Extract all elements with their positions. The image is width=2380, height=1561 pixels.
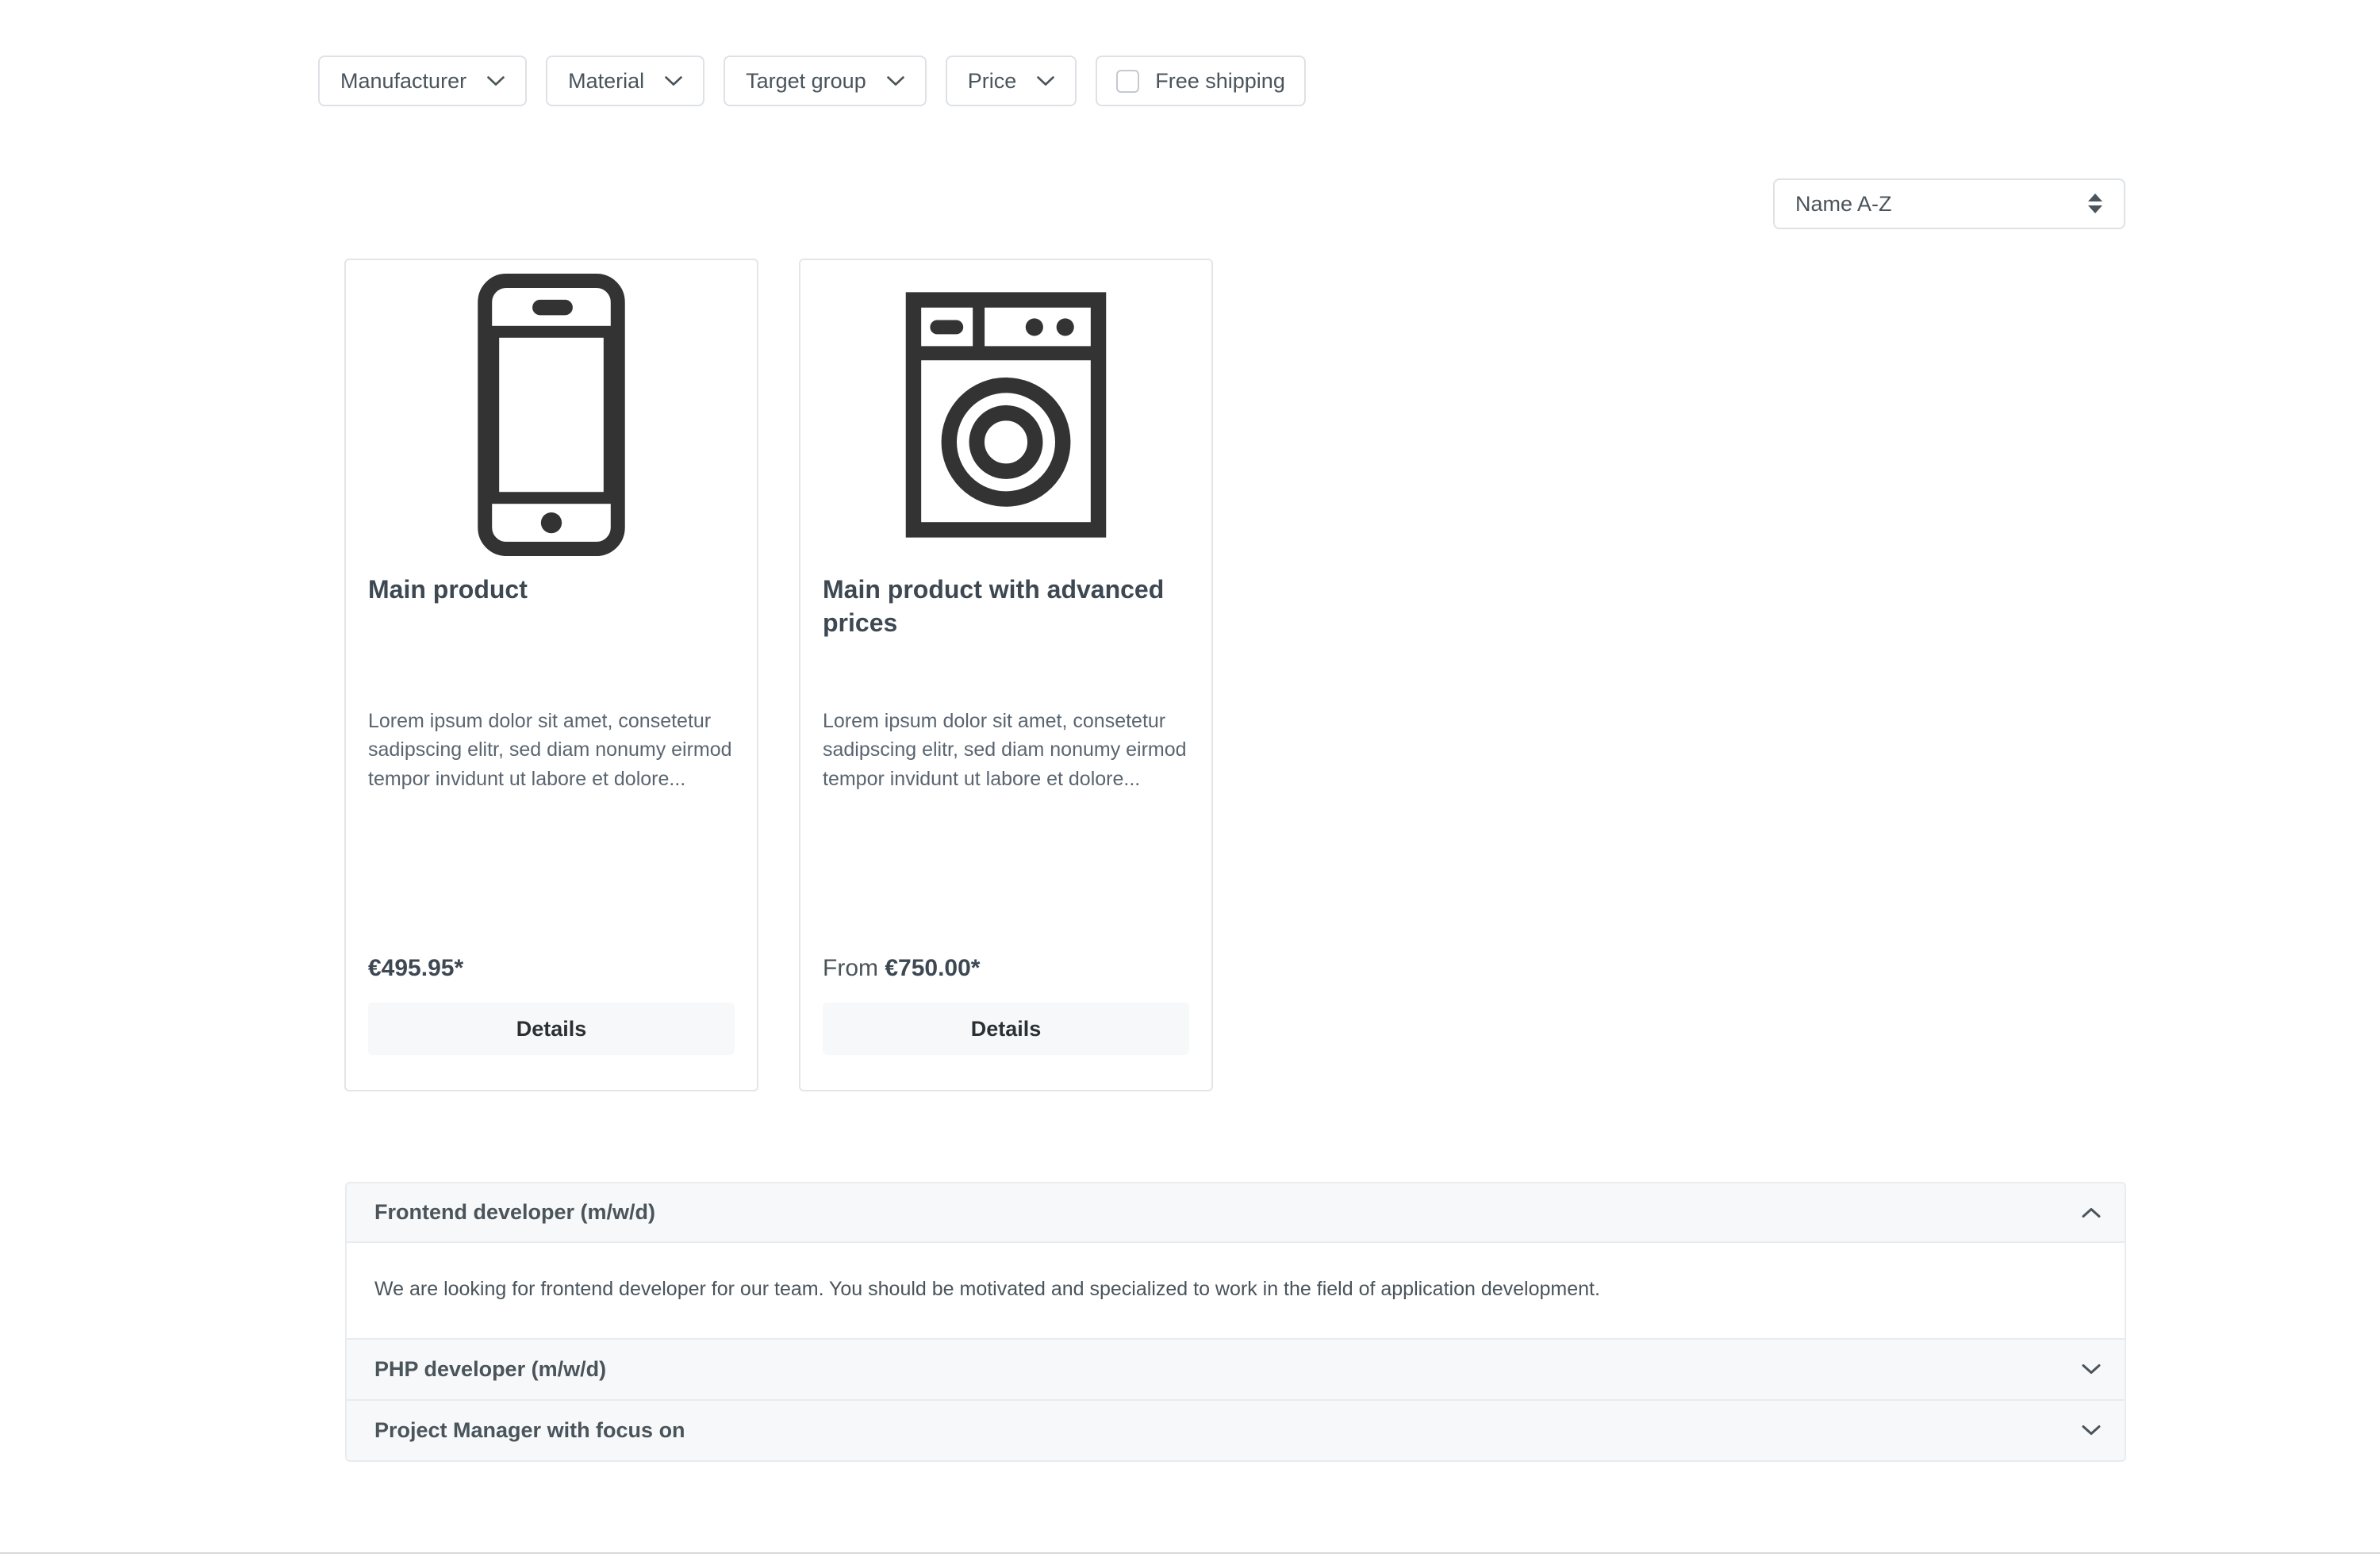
accordion-title: Frontend developer (m/w/d) [374,1200,656,1224]
filter-material-label: Material [568,68,645,93]
filter-price-label: Price [967,68,1017,93]
product-card[interactable]: Main product with advanced prices Lorem … [799,259,1213,1091]
chevron-down-icon [886,75,904,86]
accordion-item: PHP developer (m/w/d) [345,1339,2126,1401]
product-image [368,260,735,573]
accordion-body: We are looking for frontend developer fo… [345,1243,2126,1340]
filter-price-button[interactable]: Price [945,56,1077,106]
chevron-down-icon [665,75,682,86]
chevron-down-icon [2082,1363,2101,1375]
sort-select[interactable]: Name A-Z [1773,178,2125,229]
accordion-title: Project Manager with focus on [374,1417,685,1442]
product-price-amount: €750.00* [885,955,981,981]
filter-free-shipping-checkbox[interactable]: Free shipping [1096,56,1306,106]
sort-updown-icon [2087,194,2103,214]
chevron-down-icon [487,75,505,86]
filter-manufacturer-button[interactable]: Manufacturer [318,56,528,106]
product-price: €495.95* [368,957,735,980]
sort-selected-value: Name A-Z [1795,191,1892,216]
accordion-item: Project Manager with focus on [345,1400,2126,1462]
product-title: Main product with advanced prices [823,575,1165,637]
accordion-header-frontend-developer[interactable]: Frontend developer (m/w/d) [345,1182,2126,1243]
filter-manufacturer-label: Manufacturer [340,68,467,93]
product-card[interactable]: Main product Lorem ipsum dolor sit amet,… [344,259,758,1091]
filter-bar: Manufacturer Material Target group Price… [318,56,1306,106]
filter-target-group-button[interactable]: Target group [724,56,927,106]
washing-machine-icon [905,274,1107,560]
product-title: Main product [368,575,528,604]
product-price-amount: €495.95* [368,955,464,981]
filter-target-group-label: Target group [746,68,866,93]
product-details-button[interactable]: Details [823,1003,1189,1055]
product-image [823,260,1189,573]
product-details-button[interactable]: Details [368,1003,735,1055]
filter-free-shipping-label: Free shipping [1155,68,1285,93]
footer-divider [0,1552,2380,1554]
product-description: Lorem ipsum dolor sit amet, consetetur s… [368,710,732,790]
chevron-down-icon [1037,75,1055,86]
accordion-item: Frontend developer (m/w/d) We are lookin… [345,1182,2126,1340]
product-price-prefix: From [823,955,885,981]
accordion-header-project-manager[interactable]: Project Manager with focus on [345,1400,2126,1462]
job-accordion: Frontend developer (m/w/d) We are lookin… [345,1182,2126,1462]
smartphone-icon [478,274,625,560]
sorting-container: Name A-Z [1773,178,2125,229]
accordion-title: PHP developer (m/w/d) [374,1356,607,1381]
product-price: From €750.00* [823,957,1189,980]
chevron-down-icon [2082,1425,2101,1436]
product-listing: Main product Lorem ipsum dolor sit amet,… [344,259,1213,1091]
product-description: Lorem ipsum dolor sit amet, consetetur s… [823,710,1187,790]
checkbox-box[interactable] [1116,69,1140,93]
accordion-header-php-developer[interactable]: PHP developer (m/w/d) [345,1339,2126,1401]
chevron-up-icon [2082,1207,2101,1218]
filter-material-button[interactable]: Material [546,56,705,106]
